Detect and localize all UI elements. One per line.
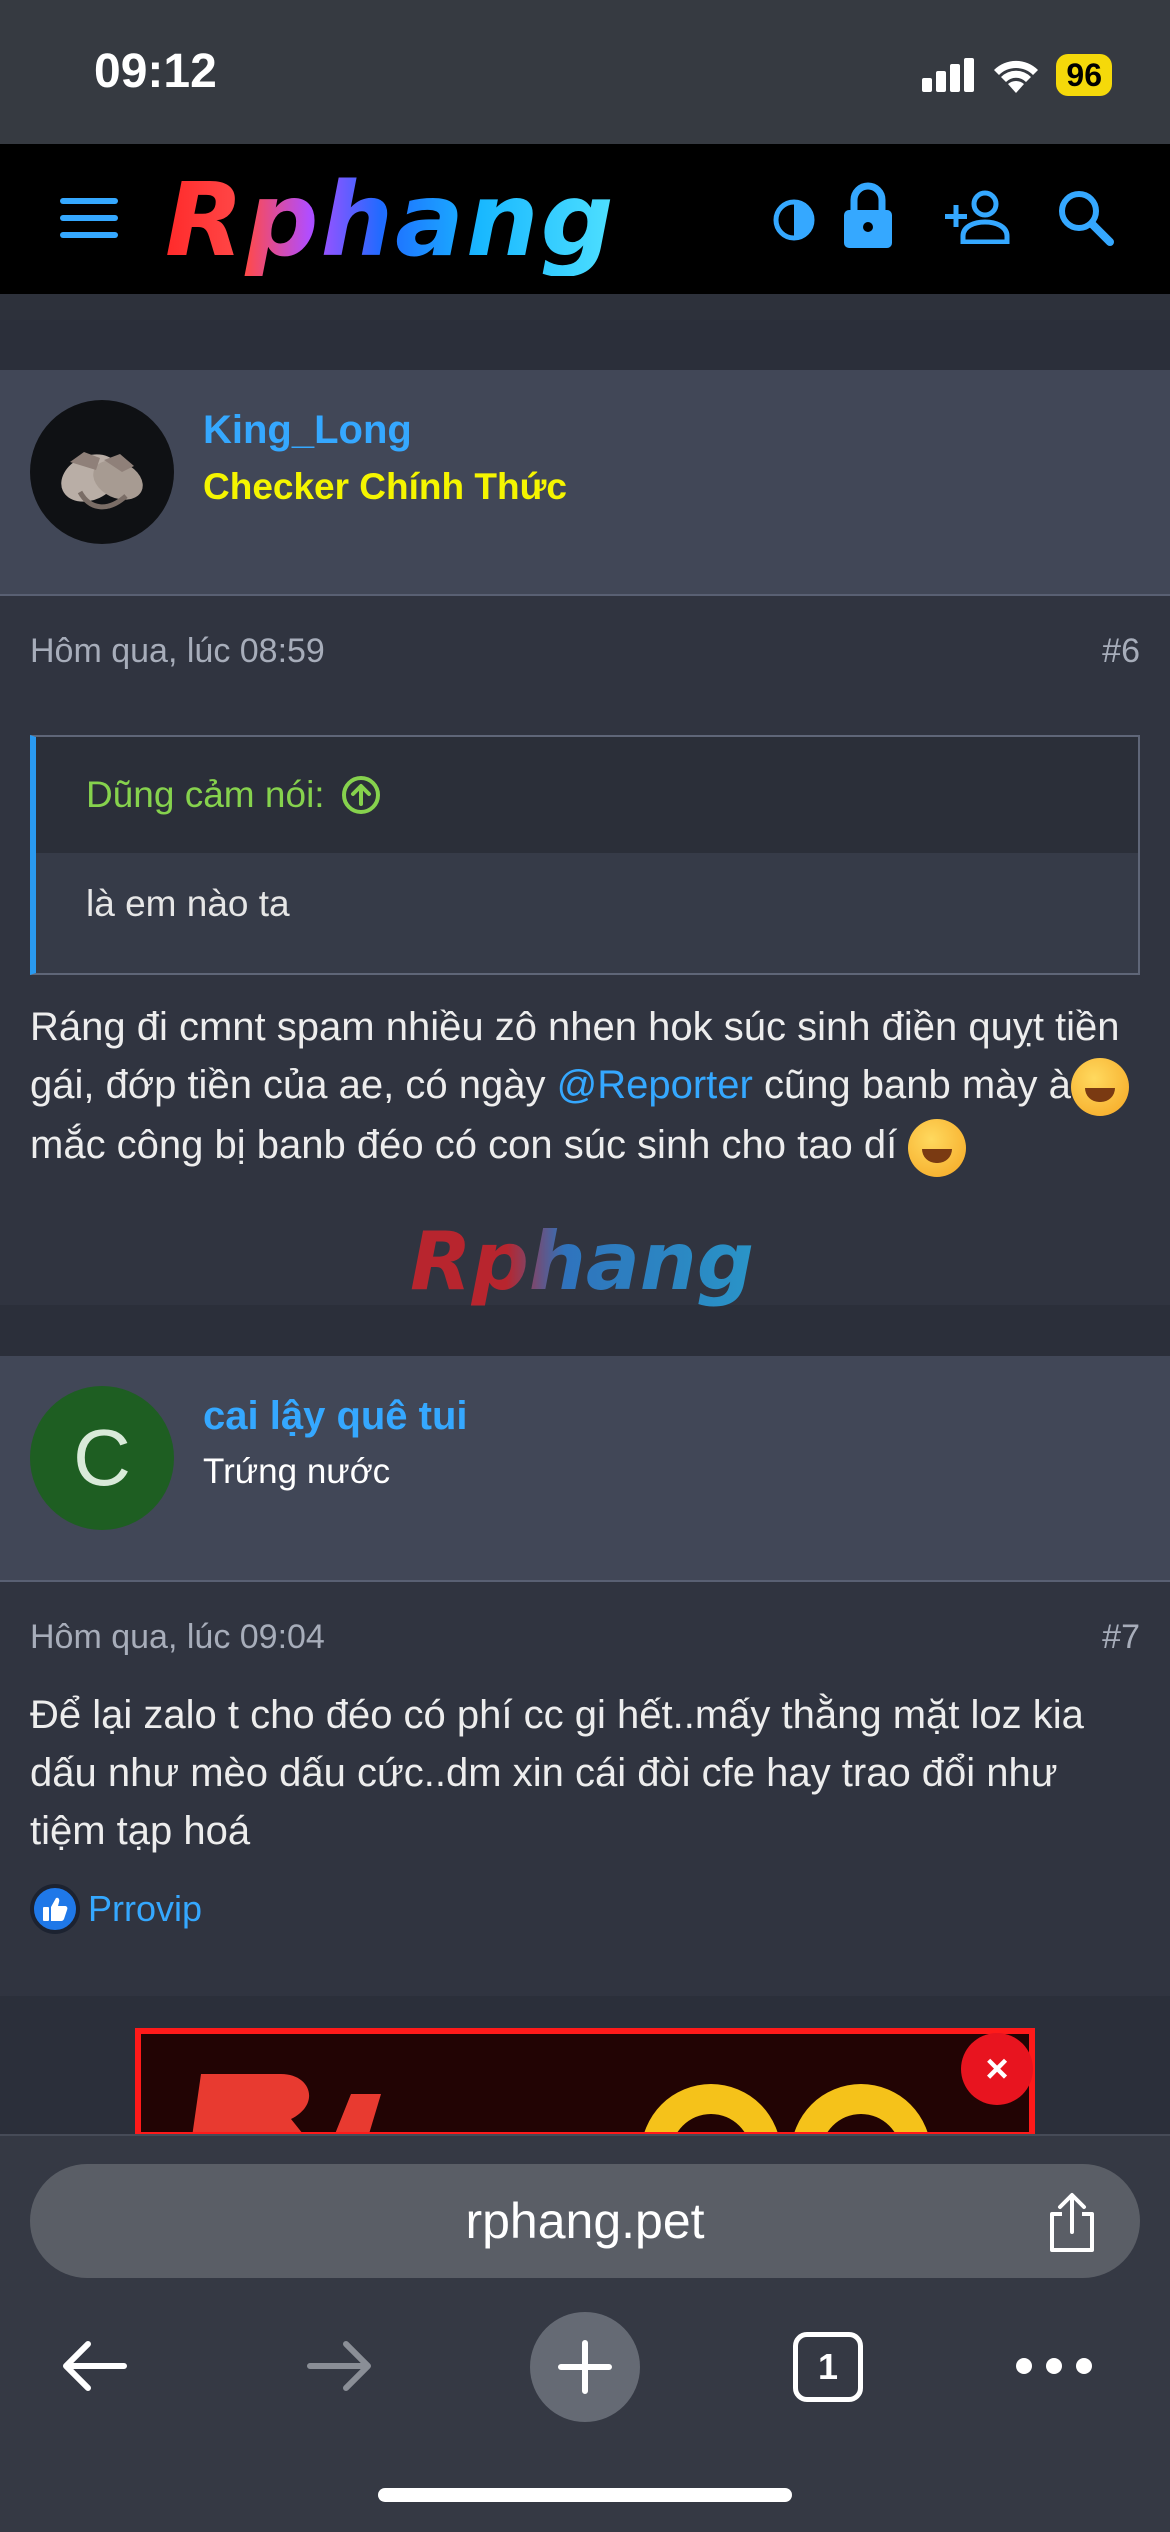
share-icon[interactable] [1044,2192,1100,2254]
reaction-user[interactable]: Prrovip [88,1888,202,1930]
post-user-block: C cai lậy quê tui Trứng nước [0,1356,1170,1582]
site-header: Rphang [0,144,1170,294]
back-arrow-icon[interactable] [58,2330,130,2402]
status-bar: 09:12 96 [0,0,1170,144]
reaction-summary[interactable]: Prrovip [30,1884,202,1934]
avatar-image [61,452,143,510]
avatar[interactable]: C [30,1386,174,1530]
status-icons: 96 [922,50,1112,100]
ad-banner-graphic [141,2034,1029,2132]
lock-icon[interactable] [842,182,894,248]
post-timestamp[interactable]: Hôm qua, lúc 08:59 [30,632,325,671]
like-reaction-icon [30,1884,80,1934]
post-body: Để lại zalo t cho đéo có phí cc gi hết..… [30,1693,1084,1853]
ad-close-button[interactable]: × [961,2033,1033,2105]
post-user-block: King_Long Checker Chính Thức [0,370,1170,596]
quote-author[interactable]: Dũng cảm nói: [86,774,325,816]
username[interactable]: King_Long [203,408,412,453]
home-indicator[interactable] [378,2488,792,2502]
more-options-icon[interactable] [1016,2358,1092,2374]
post-timestamp[interactable]: Hôm qua, lúc 09:04 [30,1618,325,1657]
rofl-emoji-icon [1070,1058,1129,1117]
new-tab-button[interactable] [530,2312,640,2422]
header-shadow [0,294,1170,320]
avatar[interactable] [30,400,174,544]
ad-banner[interactable] [135,2028,1035,2138]
post-number[interactable]: #7 [1102,1618,1140,1657]
quote-header[interactable]: Dũng cảm nói: [36,737,1138,853]
url-text[interactable]: rphang.pet [30,2192,1140,2250]
tab-switcher-button[interactable]: 1 [793,2332,863,2402]
address-bar[interactable]: rphang.pet [30,2164,1140,2278]
username[interactable]: cai lậy quê tui [203,1394,468,1439]
browser-toolbar: rphang.pet 1 [0,2134,1170,2532]
avatar-letter: C [73,1413,131,1502]
quote-text: là em nào ta [86,883,290,924]
wifi-icon [994,60,1039,93]
plus-icon [558,2340,612,2394]
user-title: Trứng nước [203,1452,391,1491]
quote-block: Dũng cảm nói: là em nào ta [30,735,1140,975]
arrow-up-circle-icon[interactable] [341,775,381,815]
post: C cai lậy quê tui Trứng nước Hôm qua, lú… [0,1356,1170,1996]
post-body-text: mắc công bị banb đéo có con súc sinh cho… [30,1123,909,1168]
post-body: Ráng đi cmnt spam nhiều zô nhen hok súc … [30,998,1140,1177]
theme-toggle-icon[interactable] [772,198,816,242]
battery-indicator: 96 [1056,54,1112,96]
menu-icon[interactable] [60,196,118,240]
status-time: 09:12 [94,45,217,98]
rofl-emoji-icon [908,1118,967,1177]
cellular-signal-icon [922,58,975,92]
watermark-logo: Rphang [410,1215,755,1308]
add-user-icon[interactable] [943,190,1013,244]
forward-arrow-icon[interactable] [304,2330,376,2402]
mention-link[interactable]: @Reporter [557,1063,753,1107]
search-icon[interactable] [1056,188,1114,246]
post-number[interactable]: #6 [1102,632,1140,671]
user-title: Checker Chính Thức [203,466,567,507]
post-body-text: cũng banb mày à [752,1063,1071,1107]
site-logo[interactable]: Rphang [165,166,616,276]
post: King_Long Checker Chính Thức Hôm qua, lú… [0,370,1170,1308]
